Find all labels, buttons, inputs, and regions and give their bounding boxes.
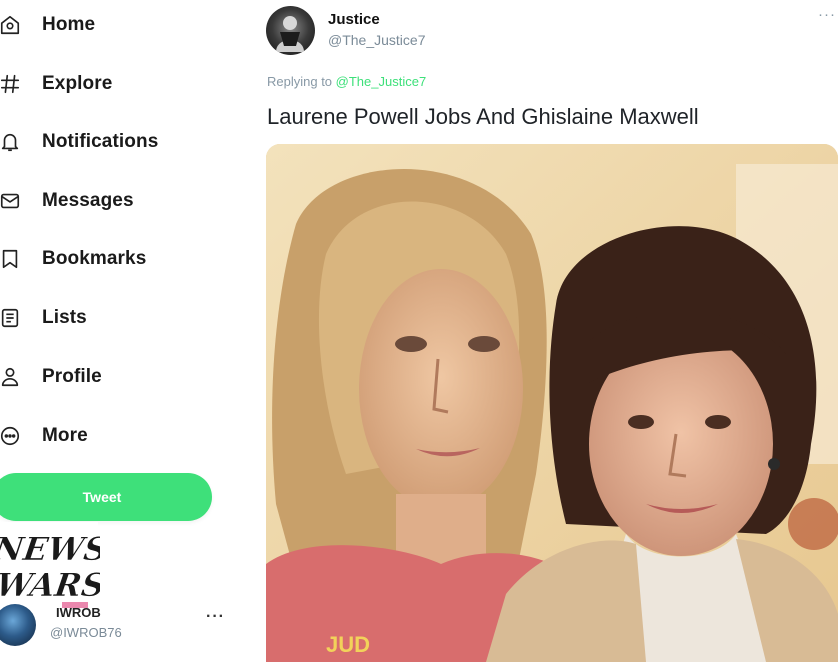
logo-text-wars: WARS (0, 566, 100, 604)
sidebar-item-profile[interactable]: Profile (0, 357, 102, 397)
list-icon (0, 306, 22, 330)
sidebar-item-messages[interactable]: Messages (0, 181, 134, 221)
avatar-figure (276, 16, 304, 52)
reply-mention-link[interactable]: @The_Justice7 (336, 74, 427, 89)
tweet-more-icon[interactable]: ··· (818, 6, 836, 23)
newswars-logo: NEWS WARS (0, 522, 100, 608)
sidebar-item-more[interactable]: More (0, 416, 88, 456)
sidebar-item-label: Explore (42, 73, 113, 94)
sidebar-item-label: Home (42, 14, 96, 35)
sidebar-item-notifications[interactable]: Notifications (0, 122, 158, 162)
bell-icon (0, 130, 22, 154)
author-handle[interactable]: @The_Justice7 (328, 32, 425, 48)
sidebar-item-label: Notifications (42, 131, 159, 152)
sidebar-item-label: Profile (42, 366, 102, 387)
person-icon (0, 365, 22, 389)
tweet-detail: Justice @The_Justice7 ··· Replying to @T… (250, 0, 839, 662)
hashtag-icon (0, 72, 22, 96)
tweet-button[interactable]: Tweet (0, 473, 212, 521)
account-handle: @IWROB76 (50, 625, 122, 640)
author-name[interactable]: Justice (328, 11, 380, 28)
sidebar-item-label: Messages (42, 190, 134, 211)
bookmark-icon (0, 247, 22, 271)
sidebar-item-lists[interactable]: Lists (0, 298, 87, 338)
sidebar-item-home[interactable]: Home (0, 5, 95, 45)
replying-prefix: Replying to (267, 74, 336, 89)
sidebar-item-explore[interactable]: Explore (0, 64, 112, 104)
envelope-icon (0, 189, 22, 213)
sidebar: Home Explore Notifications Messages Book… (0, 0, 245, 662)
sidebar-item-label: Lists (42, 307, 87, 328)
tweet-text: Laurene Powell Jobs And Ghislaine Maxwel… (267, 104, 699, 129)
sidebar-item-label: Bookmarks (42, 248, 147, 269)
tweet-photo[interactable]: JUD (266, 144, 838, 662)
home-icon (0, 13, 22, 37)
account-more-icon[interactable]: ··· (206, 608, 225, 626)
sidebar-item-label: More (42, 425, 88, 446)
sidebar-item-bookmarks[interactable]: Bookmarks (0, 239, 146, 279)
more-circle-icon (0, 424, 22, 448)
shirt-fragment: JUD (326, 632, 370, 657)
author-avatar[interactable] (266, 6, 315, 55)
photo-two-women: JUD (266, 144, 838, 662)
logo-text-news: NEWS (0, 530, 100, 568)
replying-to: Replying to @The_Justice7 (267, 74, 426, 89)
